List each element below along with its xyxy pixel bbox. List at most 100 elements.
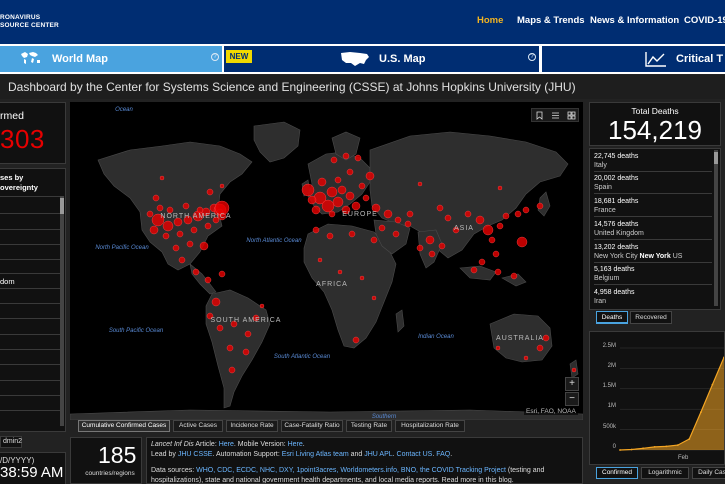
tab-case-fatality-ratio[interactable]: Case-Fatality Ratio [281, 420, 343, 432]
deaths-list-item[interactable]: 20,002 deaths Spain [594, 174, 716, 192]
deaths-list-item[interactable]: 18,681 deaths France [594, 197, 716, 215]
info-line-credits: Lead by JHU CSSE. Automation Support: Es… [151, 451, 453, 458]
country-list-scrollbar[interactable] [60, 196, 64, 426]
contact-us-link[interactable]: Contact US [397, 451, 433, 458]
article-link[interactable]: Here [219, 441, 234, 448]
list-divider [0, 288, 62, 289]
chart-data-point [711, 383, 714, 386]
y-tick-label: 2M [607, 363, 616, 369]
tab-active-cases[interactable]: Active Cases [173, 420, 223, 432]
deaths-list-divider [594, 239, 712, 240]
list-divider [0, 229, 62, 230]
country-list-scrollbar-thumb[interactable] [60, 198, 64, 214]
tab-world-map[interactable]: World Map ? [0, 46, 222, 72]
list-divider [0, 273, 62, 274]
deaths-list-item[interactable]: 13,202 deaths New York City New York US [594, 243, 716, 261]
map-continent-label: SOUTH AMERICA [211, 317, 282, 324]
tab-logarithmic-chart[interactable]: Logarithmic [641, 467, 689, 479]
resource-center-logo[interactable]: RONAVIRUS SOURCE CENTER [0, 14, 59, 30]
list-divider [0, 395, 62, 396]
deaths-list-item[interactable]: 5,163 deaths Belgium [594, 265, 716, 283]
country-list-item[interactable]: dom [0, 277, 15, 286]
tab-incidence-rate[interactable]: Incidence Rate [226, 420, 278, 432]
new-badge: NEW [226, 50, 252, 63]
antarctica-landmass [70, 409, 583, 420]
central-america-landmass [189, 263, 217, 295]
deaths-list-item[interactable]: 14,576 deaths United Kingdom [594, 220, 716, 238]
info-line-sources: Data sources: WHO, CDC, ECDC, NHC, DXY, … [151, 467, 545, 474]
deaths-list-divider [594, 284, 712, 285]
logo-line-2: SOURCE CENTER [0, 22, 59, 29]
tab-critical-trends[interactable]: Critical T [542, 46, 725, 72]
deaths-list-item[interactable]: 4,958 deaths Iran [594, 288, 716, 306]
mobile-version-link[interactable]: Here [288, 441, 303, 448]
world-map[interactable]: Ocean North Pacific Ocean North Atlantic… [70, 102, 583, 420]
tab-deaths[interactable]: Deaths [596, 311, 628, 324]
tab-testing-rate[interactable]: Testing Rate [346, 420, 392, 432]
tab-hospitalization-rate[interactable]: Hospitalization Rate [395, 420, 465, 432]
map-attribution: Esri, FAO, NOAA [524, 408, 578, 415]
chart-data-point [688, 438, 691, 440]
jhu-apl-link[interactable]: JHU APL [364, 451, 392, 458]
map-ocean-label: South Pacific Ocean [109, 328, 164, 334]
data-sources-links[interactable]: WHO, CDC, ECDC, NHC, DXY, 1point3acres, … [196, 467, 506, 474]
tab-cumulative-confirmed[interactable]: Cumulative Confirmed Cases [78, 420, 170, 432]
tab-confirmed-chart[interactable]: Confirmed [596, 467, 638, 479]
bookmark-icon[interactable] [535, 111, 544, 120]
world-map-icon [21, 52, 40, 64]
last-updated-time: 38:59 AM [0, 464, 64, 481]
list-icon[interactable] [551, 111, 560, 120]
logo-line-1: RONAVIRUS [0, 14, 41, 21]
chart-data-point [700, 411, 702, 413]
list-divider [0, 303, 62, 304]
tab-world-map-label: World Map [52, 53, 109, 65]
nav-news-information[interactable]: News & Information [590, 15, 679, 26]
chart-data-point [665, 445, 668, 448]
dashboard-title: Dashboard by the Center for Systems Scie… [0, 75, 725, 99]
deaths-list-divider [594, 193, 712, 194]
list-divider [0, 318, 62, 319]
list-divider [0, 380, 62, 381]
chart-data-point [642, 447, 644, 450]
jhu-csse-link[interactable]: JHU CSSE [178, 451, 213, 458]
deaths-list-scrollbar[interactable] [714, 150, 718, 306]
map-ocean-label: Indian Ocean [418, 334, 454, 340]
confirmed-by-country-panel [0, 168, 66, 432]
grid-icon[interactable] [567, 111, 576, 120]
list-divider [0, 213, 62, 214]
total-confirmed-value: 303 [0, 124, 45, 154]
map-ocean-label: Ocean [115, 107, 133, 113]
map-continent-label: AFRICA [316, 281, 348, 288]
chart-series-area [620, 357, 724, 450]
map-ocean-label: South Atlantic Ocean [274, 354, 331, 360]
tab-us-map-label: U.S. Map [379, 53, 426, 65]
map-continent-label: EUROPE [342, 211, 378, 218]
nav-home[interactable]: Home [477, 15, 503, 26]
y-tick-label: 2.5M [602, 343, 616, 349]
list-divider [0, 334, 62, 335]
nav-maps-trends[interactable]: Maps & Trends [517, 15, 585, 26]
world-map-help-icon[interactable]: ? [211, 53, 219, 61]
chart-data-point [653, 446, 656, 448]
list-divider [0, 364, 62, 365]
deaths-list-divider [594, 171, 712, 172]
y-tick-label: 500k [602, 424, 616, 430]
faq-link[interactable]: FAQ [436, 451, 450, 458]
tab-us-map[interactable]: U.S. Map ? [224, 46, 539, 72]
zoom-in-button[interactable]: + [565, 377, 579, 391]
deaths-list-scrollbar-thumb[interactable] [714, 152, 718, 164]
zoom-out-button[interactable]: − [565, 392, 579, 406]
list-divider [0, 196, 62, 197]
us-map-help-icon[interactable]: ? [528, 53, 536, 61]
nav-covid-19[interactable]: COVID-19 [684, 15, 725, 26]
countries-count: 185 [98, 442, 137, 468]
map-toolbar [531, 108, 579, 122]
tab-daily-cases-chart[interactable]: Daily Cas [692, 467, 725, 479]
tab-recovered[interactable]: Recovered [630, 311, 672, 324]
esri-team-link[interactable]: Esri Living Atlas team [282, 451, 349, 458]
map-ocean-label: North Pacific Ocean [95, 245, 149, 251]
trend-chart-icon [645, 52, 666, 67]
chart-data-point [619, 449, 621, 451]
tab-admin2[interactable]: dmin2 [0, 436, 22, 448]
deaths-list-item[interactable]: 22,745 deaths Italy [594, 152, 716, 170]
